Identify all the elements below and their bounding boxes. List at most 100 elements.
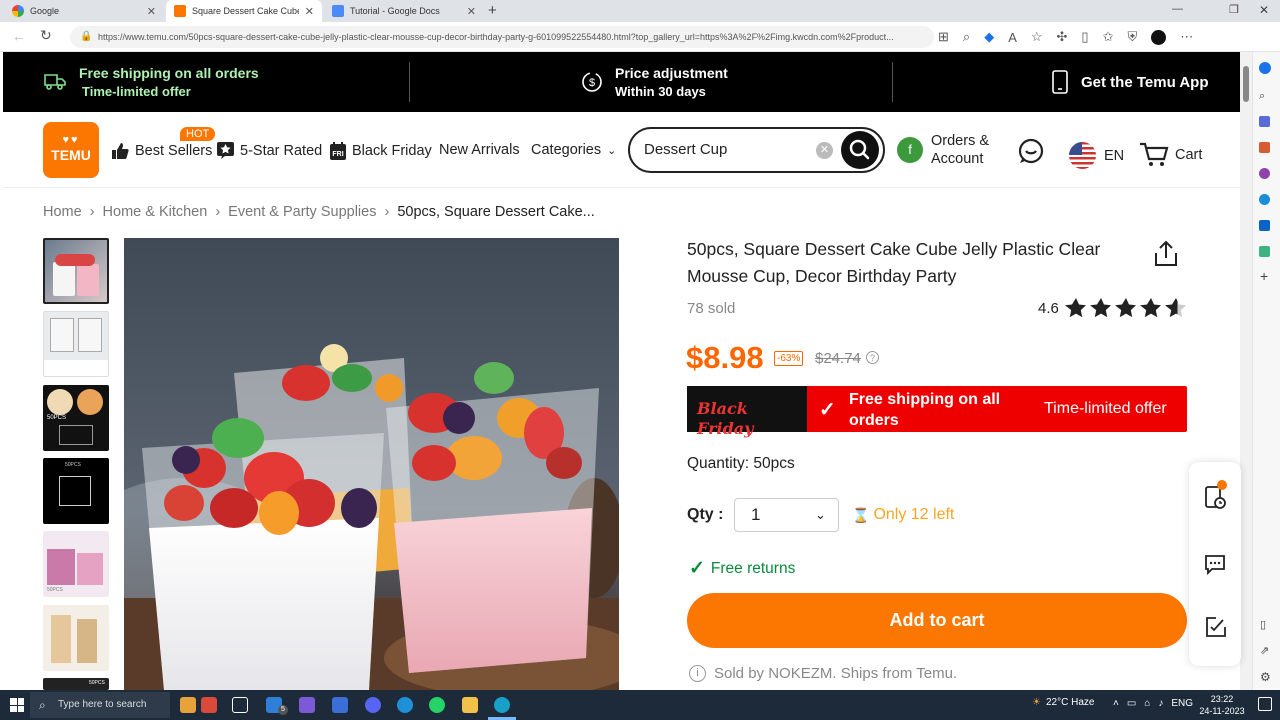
discord-app-icon[interactable] — [365, 697, 381, 713]
search-button[interactable] — [841, 131, 879, 169]
drop-icon[interactable] — [1259, 246, 1270, 257]
file-explorer-icon[interactable] — [462, 697, 478, 713]
external-icon[interactable]: ⇗ — [1260, 644, 1269, 657]
add-to-cart-button[interactable]: Add to cart — [687, 593, 1187, 648]
breadcrumb-separator: › — [89, 204, 95, 220]
tab-docs[interactable]: Tutorial - Google Docs ✕ — [324, 0, 484, 22]
orders-account[interactable]: f Orders & Account — [897, 132, 989, 168]
nav-categories[interactable]: Categories ⌄ — [531, 142, 616, 158]
tab-google[interactable]: Google ✕ — [4, 0, 164, 22]
clock[interactable]: 23:22 24-11-2023 — [1196, 693, 1248, 717]
url-input[interactable]: 🔒 https://www.temu.com/50pcs-square-dess… — [70, 26, 934, 48]
scrollbar[interactable] — [1240, 52, 1252, 690]
thumbnail-7[interactable]: 50PCS — [43, 678, 109, 690]
gift-app-icon[interactable] — [201, 697, 217, 713]
scrollbar-thumb[interactable] — [1243, 66, 1249, 102]
share-button[interactable] — [1153, 240, 1179, 273]
window-close-icon[interactable]: ✕ — [1259, 3, 1269, 17]
breadcrumb-home-kitchen[interactable]: Home & Kitchen — [103, 204, 208, 220]
zoom-icon[interactable]: ⌕ — [963, 29, 970, 45]
taskbar-search[interactable]: ⌕ Type here to search — [30, 692, 170, 718]
copilot-icon[interactable] — [1259, 194, 1270, 205]
search-icon[interactable]: ⌕ — [1259, 90, 1265, 103]
thumbnail-3[interactable]: 50PCS — [43, 385, 109, 451]
nav-five-star[interactable]: 5-Star Rated — [217, 142, 322, 159]
nav-best-sellers[interactable]: Best Sellers — [111, 142, 212, 160]
breadcrumb-home[interactable]: Home — [43, 204, 82, 220]
language-selector[interactable]: EN — [1069, 142, 1124, 169]
nav-new-arrivals[interactable]: New Arrivals — [439, 142, 520, 158]
profile-avatar[interactable] — [1151, 29, 1167, 45]
minimize-icon[interactable]: — — [1172, 3, 1183, 15]
tag-icon[interactable] — [1259, 116, 1270, 127]
thumbnail-6[interactable] — [43, 605, 109, 671]
quantity-select[interactable]: 1 ⌄ — [734, 498, 839, 532]
clear-search-icon[interactable]: ✕ — [816, 142, 833, 159]
teams-app-icon[interactable] — [299, 697, 315, 713]
search-box[interactable]: Dessert Cup ✕ — [628, 127, 885, 173]
whatsapp-app-icon[interactable] — [429, 697, 445, 713]
main-product-image[interactable] — [124, 238, 619, 690]
shield-icon[interactable]: ⛨ — [1127, 29, 1137, 45]
outlook-icon[interactable] — [1259, 220, 1270, 231]
chat-support[interactable] — [1017, 137, 1045, 170]
date: 24-11-2023 — [1199, 706, 1245, 716]
new-tab-icon[interactable]: + — [488, 2, 497, 19]
close-icon[interactable]: ✕ — [305, 5, 314, 18]
close-icon[interactable]: ✕ — [467, 5, 476, 18]
chat-button[interactable] — [1204, 554, 1226, 581]
chevron-up-icon[interactable]: ˄ — [1113, 698, 1119, 709]
settings-icon[interactable]: ⚙ — [1260, 670, 1271, 684]
search-input[interactable]: Dessert Cup — [644, 141, 727, 158]
clock-app-icon[interactable] — [180, 697, 196, 713]
notification-center-icon[interactable] — [1258, 697, 1272, 711]
divider — [892, 62, 893, 102]
thumbnail-2[interactable] — [43, 311, 109, 377]
returns-text: Free returns — [710, 559, 796, 577]
tab-temu[interactable]: Square Dessert Cake Cube Jelly P ✕ — [166, 0, 322, 22]
volume-icon[interactable]: ♪ — [1158, 698, 1163, 709]
read-aloud-icon[interactable]: A — [1008, 30, 1017, 45]
coupon-icon[interactable]: ◆ — [984, 29, 994, 45]
favorites-icon[interactable]: ✩ — [1103, 29, 1114, 45]
app-icon[interactable]: ⊞ — [938, 29, 949, 45]
thumb-cup — [77, 619, 97, 663]
task-view-icon[interactable] — [232, 697, 248, 713]
toolbox-icon[interactable] — [1259, 142, 1270, 153]
get-app-promo[interactable]: Get the Temu App — [1051, 52, 1209, 112]
browser-toolbar: ⊞ ⌕ ◆ A ☆ ✣ ▯ ✩ ⛨ ⋯ — [938, 29, 1193, 45]
thumbnail-1[interactable] — [43, 238, 109, 304]
refresh-icon[interactable]: ↻ — [40, 27, 52, 44]
nav-black-friday[interactable]: FRI Black Friday — [330, 142, 432, 160]
windows-start-icon[interactable] — [10, 698, 24, 712]
store-app-icon[interactable] — [332, 697, 348, 713]
rating[interactable]: 4.6 — [1038, 297, 1189, 319]
thumbnail-4[interactable]: 50PCS — [43, 458, 109, 524]
back-icon[interactable]: ← — [12, 28, 26, 44]
feedback-button[interactable] — [1205, 616, 1227, 643]
more-icon[interactable]: ⋯ — [1180, 29, 1193, 45]
temu-logo[interactable]: ♥♥ TEMU — [43, 122, 99, 178]
price-adjust-promo[interactable]: $ Price adjustment Within 30 days — [581, 52, 728, 112]
add-icon[interactable]: + — [1260, 268, 1268, 284]
edge-app-icon[interactable] — [494, 697, 510, 713]
cart-link[interactable]: Cart — [1139, 142, 1202, 168]
free-shipping-promo[interactable]: Free shipping on all orders Time-limited… — [43, 52, 259, 112]
close-icon[interactable]: ✕ — [147, 5, 156, 18]
browser-app-icon[interactable] — [397, 697, 413, 713]
split-icon[interactable]: ▯ — [1081, 29, 1088, 45]
restore-icon[interactable]: ❐ — [1229, 3, 1239, 16]
sidebar-layout-icon[interactable]: ▯ — [1260, 618, 1266, 631]
extensions-icon[interactable]: ✣ — [1057, 29, 1068, 45]
tray-lang[interactable]: ENG — [1171, 698, 1193, 709]
free-returns[interactable]: ✓ Free returns — [689, 557, 795, 580]
notification-icon[interactable] — [1259, 62, 1271, 74]
network-icon[interactable]: ⌂ — [1144, 698, 1150, 709]
people-icon[interactable] — [1259, 168, 1270, 179]
weather-widget[interactable]: ☀ 22°C Haze — [1032, 697, 1094, 708]
battery-icon[interactable]: ▭ — [1127, 698, 1136, 709]
breadcrumb-event-party[interactable]: Event & Party Supplies — [228, 204, 376, 220]
help-icon[interactable]: ? — [866, 351, 879, 364]
favorite-icon[interactable]: ☆ — [1031, 29, 1043, 45]
thumbnail-5[interactable]: 50PCS — [43, 531, 109, 597]
